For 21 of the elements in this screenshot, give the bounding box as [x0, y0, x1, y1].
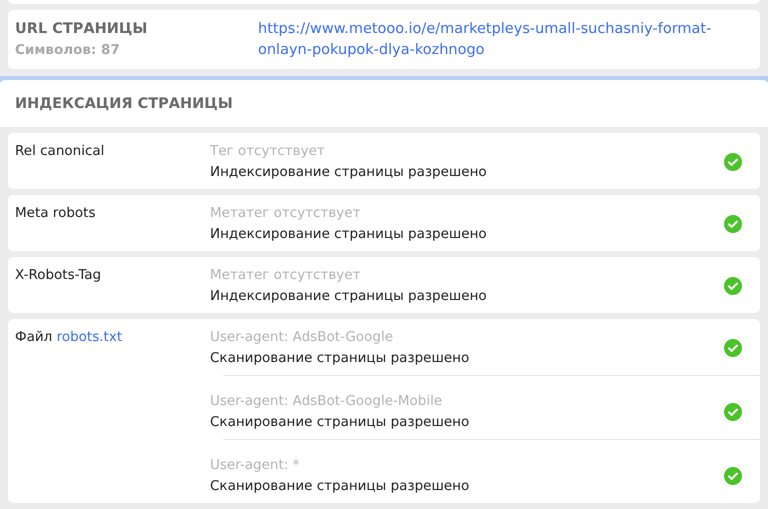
row-label: Rel canonical	[15, 142, 106, 161]
row-label: Meta robots	[15, 204, 96, 223]
entry-note: Тег отсутствует	[210, 142, 326, 161]
entry-note: User-agent: *	[210, 456, 300, 475]
entry-result: Сканирование страницы разрешено	[210, 476, 470, 496]
entry-result: Сканирование страницы разрешено	[210, 348, 470, 368]
entry-note: Метатег отсутствует	[210, 266, 362, 285]
file-link[interactable]: robots.txt	[56, 329, 122, 345]
section-label: URL СТРАНИЦЫ	[15, 20, 148, 39]
entry-note: Метатег отсутствует	[210, 204, 362, 223]
url-link[interactable]: https://www.metooo.io/e/marketpleys-umall-suchasniy-format-onlayn-pokupok-dlya-kozhnogo	[258, 19, 752, 61]
row-label: X-Robots-Tag	[15, 266, 102, 285]
entry-note: User-agent: AdsBot-Google-Mobile	[210, 392, 444, 411]
entry-note: User-agent: AdsBot-Google	[210, 328, 394, 347]
entry-result: Индексирование страницы разрешено	[210, 162, 487, 182]
character-count: Символов: 87	[15, 41, 121, 60]
entry-result: Сканирование страницы разрешено	[210, 412, 470, 432]
entry-result: Индексирование страницы разрешено	[210, 286, 487, 306]
entry-result: Индексирование страницы разрешено	[210, 224, 487, 244]
section-title: ИНДЕКСАЦИЯ СТРАНИЦЫ	[15, 96, 233, 112]
row-label: Файл	[15, 329, 52, 345]
